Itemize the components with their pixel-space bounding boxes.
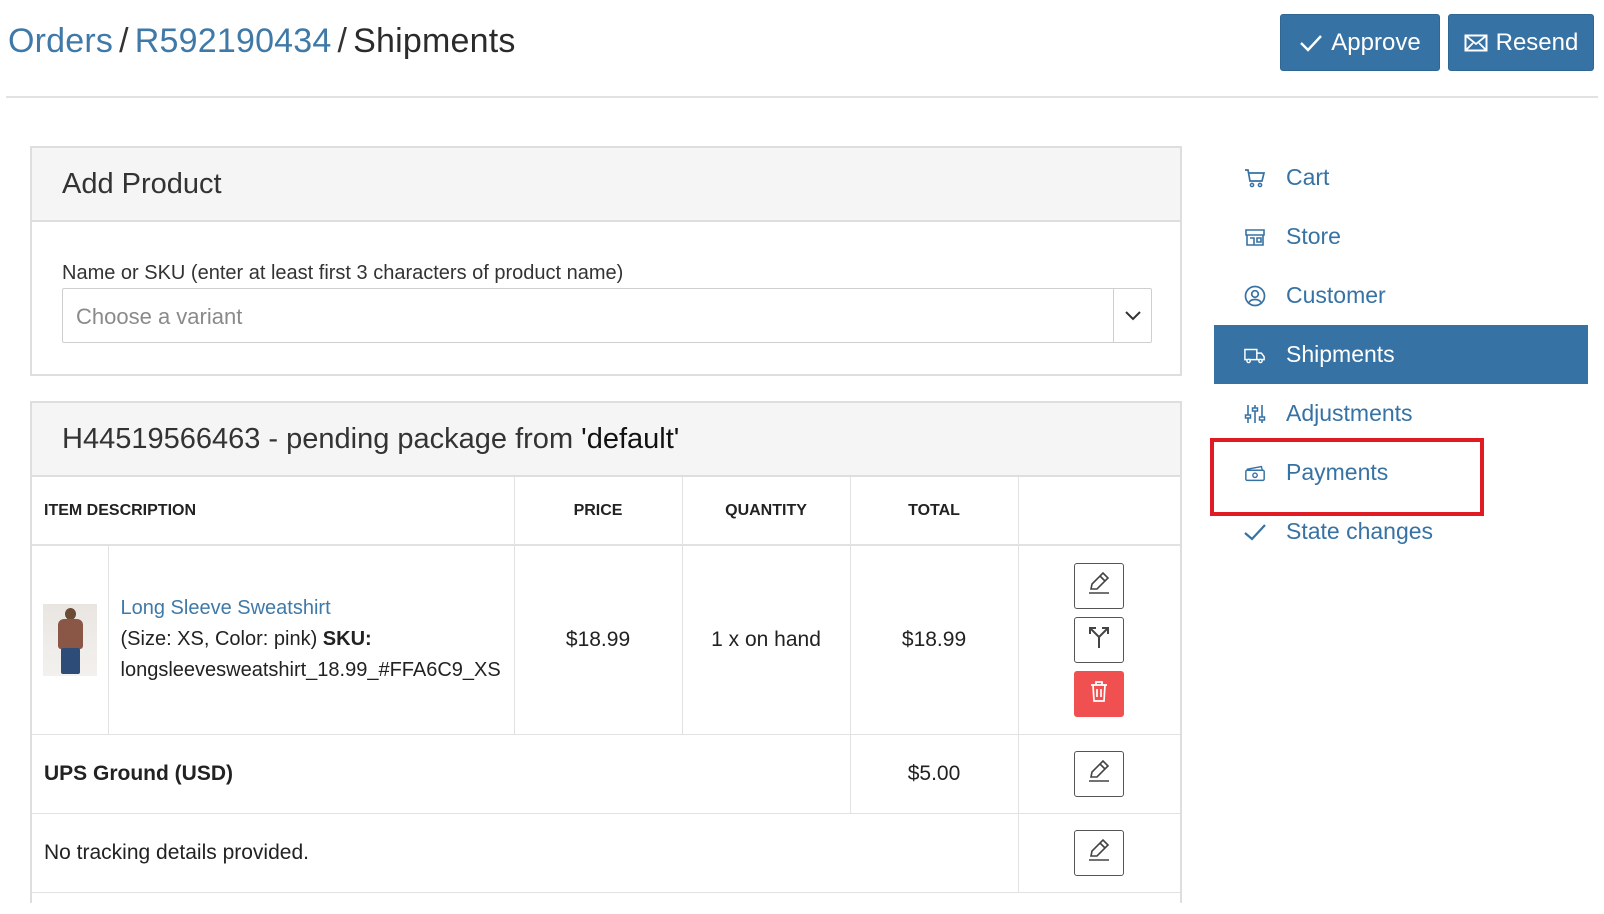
delete-item-button[interactable] — [1074, 670, 1125, 717]
sidebar-item-customer[interactable]: Customer — [1214, 266, 1588, 325]
item-image-cell — [32, 545, 109, 735]
store-icon — [1244, 226, 1266, 248]
order-sidebar-nav: Cart Store Customer Shipments Adjustment… — [1214, 148, 1588, 561]
table-row: UPS Ground (USD) $5.00 — [32, 734, 1181, 814]
shipping-cost: $5.00 — [850, 734, 1019, 814]
item-sku: longsleevesweatshirt_18.99_#FFA6C9_XS — [120, 659, 501, 682]
column-header-price: Price — [514, 477, 683, 546]
envelope-icon — [1464, 33, 1488, 53]
breadcrumb-separator: / — [119, 22, 129, 60]
approve-button[interactable]: Approve — [1280, 14, 1440, 71]
column-header-item-description: Item Description — [32, 477, 515, 546]
variant-field-label: Name or SKU (enter at least first 3 char… — [62, 262, 624, 284]
chevron-down-icon[interactable] — [1113, 289, 1151, 342]
check-icon — [1299, 33, 1323, 53]
shipment-table: Item Description Price Quantity Total Lo… — [32, 477, 1181, 893]
variant-select-placeholder: Choose a variant — [76, 304, 243, 329]
sidebar-item-label: Payments — [1286, 459, 1389, 485]
item-price: $18.99 — [514, 545, 683, 735]
resend-button-label: Resend — [1495, 28, 1579, 56]
sidebar-item-shipments[interactable]: Shipments — [1214, 325, 1588, 384]
variant-select[interactable]: Choose a variant — [62, 288, 1152, 343]
add-product-title: Add Product — [32, 148, 1180, 222]
sidebar-item-label: Customer — [1286, 282, 1386, 308]
resend-button[interactable]: Resend — [1448, 14, 1594, 71]
pencil-icon — [1086, 759, 1112, 789]
shipment-panel: H44519566463 - pending package from 'def… — [30, 401, 1182, 903]
column-header-actions — [1018, 477, 1181, 546]
approve-button-label: Approve — [1331, 28, 1421, 56]
column-header-quantity: Quantity — [682, 477, 851, 546]
split-item-button[interactable] — [1074, 616, 1125, 663]
sliders-icon — [1244, 403, 1266, 425]
stock-location: 'default' — [581, 422, 680, 455]
sku-label: SKU: — [322, 628, 372, 651]
item-options: (Size: XS, Color: pink) — [120, 628, 318, 651]
shipment-title-text: H44519566463 - pending package from — [62, 422, 582, 455]
shipping-method: UPS Ground (USD) — [32, 734, 851, 814]
sidebar-item-label: Cart — [1286, 164, 1330, 190]
sidebar-item-payments[interactable]: Payments — [1214, 443, 1588, 502]
edit-tracking-button[interactable] — [1074, 829, 1125, 876]
table-header-row: Item Description Price Quantity Total — [32, 477, 1181, 546]
trash-icon — [1088, 679, 1110, 709]
breadcrumb-orders-link[interactable]: Orders — [8, 22, 113, 60]
pencil-icon — [1086, 571, 1112, 601]
shipping-actions-cell — [1018, 734, 1181, 814]
table-row: No tracking details provided. — [32, 813, 1181, 893]
pencil-icon — [1086, 838, 1112, 868]
breadcrumb: Orders / R592190434/Shipments — [8, 22, 516, 61]
breadcrumb-current: Shipments — [353, 22, 516, 60]
user-circle-icon — [1244, 285, 1266, 307]
breadcrumb-separator: / — [337, 22, 348, 60]
breadcrumb-order-link[interactable]: R592190434 — [135, 22, 332, 60]
sidebar-item-cart[interactable]: Cart — [1214, 148, 1588, 207]
sidebar-item-label: Shipments — [1286, 341, 1395, 367]
sidebar-item-label: Adjustments — [1286, 400, 1413, 426]
table-row: Long Sleeve Sweatshirt (Size: XS, Color:… — [32, 545, 1181, 735]
edit-item-button[interactable] — [1074, 562, 1125, 609]
sidebar-item-adjustments[interactable]: Adjustments — [1214, 384, 1588, 443]
add-product-panel: Add Product Name or SKU (enter at least … — [30, 146, 1182, 376]
shipment-title: H44519566463 - pending package from 'def… — [32, 403, 1180, 477]
product-thumbnail — [42, 603, 97, 676]
column-header-total: Total — [850, 477, 1019, 546]
edit-shipping-button[interactable] — [1074, 750, 1125, 797]
product-link[interactable]: Long Sleeve Sweatshirt — [121, 597, 331, 619]
sidebar-item-label: State changes — [1286, 518, 1434, 544]
item-quantity: 1 x on hand — [682, 545, 851, 735]
check-icon — [1244, 521, 1266, 543]
cart-icon — [1244, 167, 1266, 189]
tracking-actions-cell — [1018, 813, 1181, 893]
truck-icon — [1244, 344, 1266, 366]
item-total: $18.99 — [850, 545, 1019, 735]
sidebar-item-label: Store — [1286, 223, 1341, 249]
sidebar-item-state-changes[interactable]: State changes — [1214, 502, 1588, 561]
tracking-details: No tracking details provided. — [32, 813, 1019, 893]
item-description-cell: Long Sleeve Sweatshirt (Size: XS, Color:… — [108, 545, 515, 735]
item-actions-cell — [1018, 545, 1181, 735]
sidebar-item-store[interactable]: Store — [1214, 207, 1588, 266]
cash-icon — [1244, 462, 1266, 484]
split-arrows-icon — [1086, 624, 1112, 656]
